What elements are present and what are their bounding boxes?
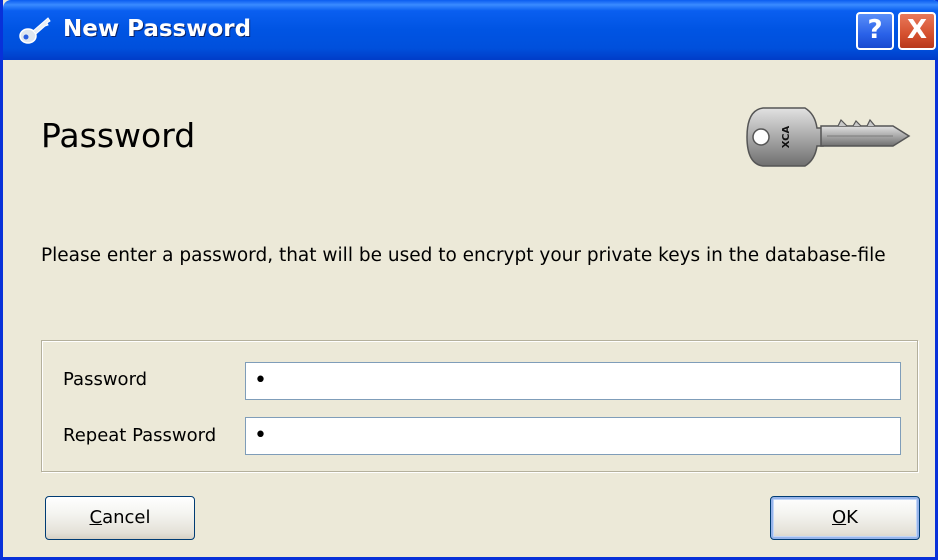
password-label: Password xyxy=(63,369,148,390)
password-input[interactable]: • xyxy=(245,362,901,400)
dialog-window: New Password ? X Password XCA Please ent… xyxy=(0,0,938,560)
page-title: Password xyxy=(41,116,196,155)
instruction-text: Please enter a password, that will be us… xyxy=(41,245,886,266)
key-illustration-icon: XCA xyxy=(746,107,911,167)
close-button[interactable]: X xyxy=(898,12,936,50)
title-bar[interactable]: New Password ? X xyxy=(3,0,938,60)
help-button[interactable]: ? xyxy=(856,12,894,50)
window-title: New Password xyxy=(63,16,252,42)
repeat-password-label: Repeat Password xyxy=(63,425,217,446)
ok-button[interactable]: OK xyxy=(770,496,920,540)
key-logo-text: XCA xyxy=(781,126,792,149)
cancel-button[interactable]: Cancel xyxy=(45,496,195,540)
key-icon xyxy=(19,17,51,44)
repeat-password-input[interactable]: • xyxy=(245,417,901,455)
